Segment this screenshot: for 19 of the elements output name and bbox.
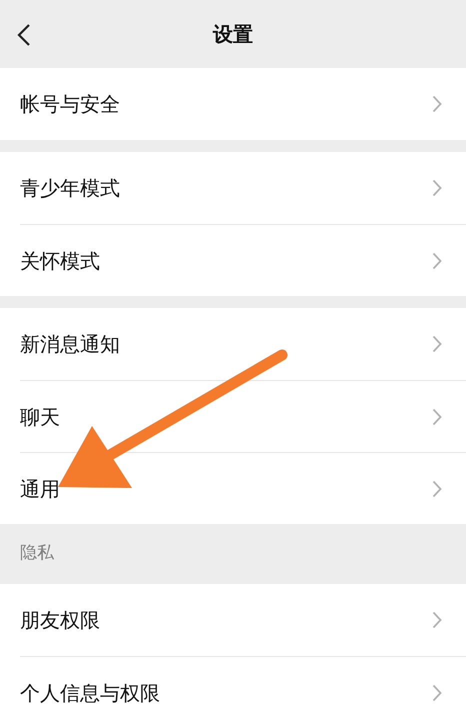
row-label: 通用: [20, 476, 61, 502]
row-label: 新消息通知: [20, 331, 121, 358]
row-label: 朋友权限: [20, 607, 101, 634]
chevron-icon: [432, 611, 442, 629]
row-label: 关怀模式: [20, 248, 101, 274]
row-label: 青少年模式: [20, 175, 121, 202]
page-title: 设置: [213, 21, 253, 48]
chevron-icon: [432, 408, 442, 426]
chevron-icon: [432, 252, 442, 270]
section-header: 隐私: [20, 542, 54, 566]
chevron-icon: [432, 179, 442, 197]
row-label: 个人信息与权限: [20, 680, 161, 706]
back-icon[interactable]: [16, 23, 32, 47]
chevron-icon: [432, 335, 442, 353]
row-label: 帐号与安全: [20, 91, 121, 118]
chevron-icon: [432, 480, 442, 498]
chevron-icon: [432, 684, 442, 702]
row-label: 聊天: [20, 404, 61, 430]
chevron-icon: [432, 95, 442, 113]
